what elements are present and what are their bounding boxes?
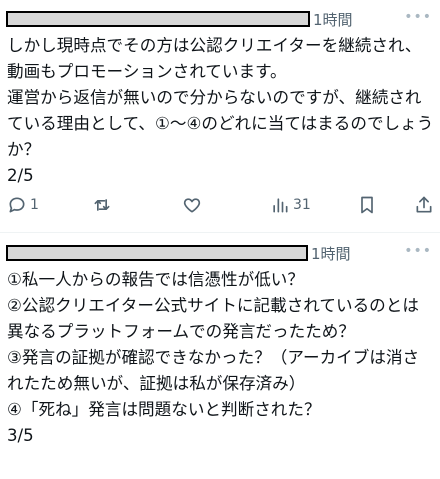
reply-button[interactable]: 1 xyxy=(7,190,39,220)
retweet-icon xyxy=(94,199,110,211)
tweet-header: 1時間 xyxy=(6,8,353,30)
views-button[interactable]: 31 xyxy=(270,190,311,220)
reply-count: 1 xyxy=(30,197,39,213)
tweet-1[interactable]: 1時間 ••• しかし現時点でその方は公認クリエイターを継続され、動画もプロモー… xyxy=(0,0,440,232)
bookmark-icon xyxy=(361,196,373,214)
heart-icon xyxy=(183,198,201,213)
share-icon xyxy=(416,196,432,213)
ellipsis-icon[interactable]: ••• xyxy=(404,243,432,259)
tweet-text: しかし現時点でその方は公認クリエイターを継続され、動画もプロモーションされていま… xyxy=(7,36,434,185)
retweet-button[interactable] xyxy=(92,190,115,220)
views-count: 31 xyxy=(293,197,311,213)
timestamp[interactable]: 1時間 xyxy=(313,9,353,30)
tweet-divider xyxy=(0,232,440,233)
action-bar: 1 31 xyxy=(0,190,440,220)
timestamp[interactable]: 1時間 xyxy=(311,243,351,264)
tweet-text: ①私一人からの報告では信憑性が低い？ ②公認クリエイター公式サイトに記載されてい… xyxy=(7,270,420,445)
bookmark-button[interactable] xyxy=(357,190,377,220)
redacted-username xyxy=(6,11,310,27)
tweet-2[interactable]: 1時間 ••• ①私一人からの報告では信憑性が低い？ ②公認クリエイター公式サイ… xyxy=(0,236,440,479)
ellipsis-icon[interactable]: ••• xyxy=(404,9,432,25)
redacted-username xyxy=(6,245,308,261)
analytics-icon xyxy=(273,198,288,213)
reply-icon xyxy=(9,197,25,213)
share-button[interactable] xyxy=(414,190,434,220)
tweet-header: 1時間 xyxy=(6,242,351,264)
like-button[interactable] xyxy=(182,190,205,220)
